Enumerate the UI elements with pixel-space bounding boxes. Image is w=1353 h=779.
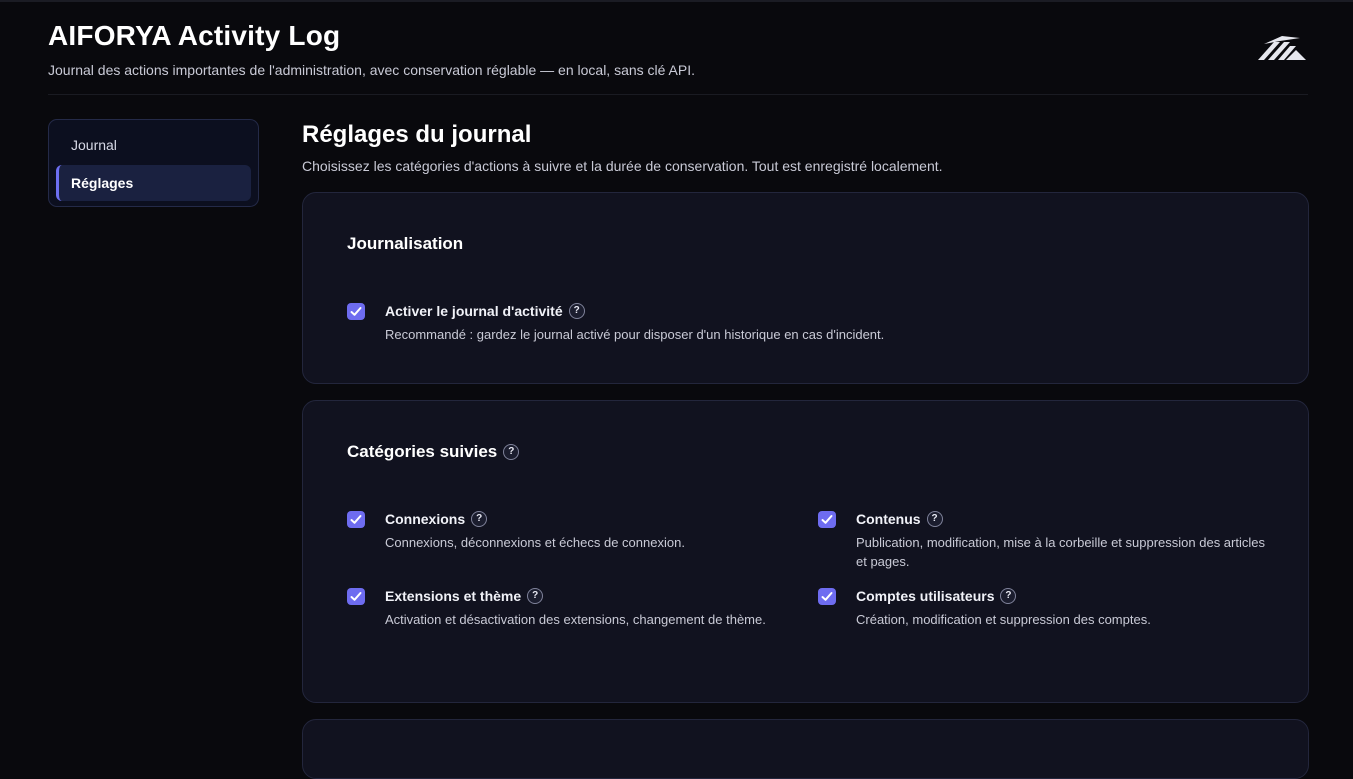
app-subtitle: Journal des actions importantes de l'adm… [48,62,696,78]
check-icon [350,515,362,524]
connexions-checkbox[interactable] [347,511,365,528]
question-mark-icon[interactable]: ? [503,444,520,460]
contenus-checkbox[interactable] [818,511,836,528]
extensions-description: Activation et désactivation des extensio… [385,612,766,627]
enable-log-label-text: Activer le journal d'activité [385,303,563,319]
contenus-label-text: Contenus [856,511,921,527]
categories-card-title: Catégories suivies ? [347,442,520,462]
sidebar-nav: Journal Réglages [48,119,259,207]
check-icon [350,592,362,601]
enable-log-description: Recommandé : gardez le journal activé po… [385,327,885,342]
question-mark-icon[interactable]: ? [568,303,585,319]
contenus-label: Contenus ? [856,511,943,527]
aiforya-logo-icon [1258,36,1306,60]
sidebar-item-settings[interactable]: Réglages [56,165,251,201]
categories-card-title-text: Catégories suivies [347,442,498,461]
page-title: Réglages du journal [302,121,532,148]
question-mark-icon[interactable]: ? [527,588,544,604]
check-icon [821,515,833,524]
question-mark-icon[interactable]: ? [471,511,488,527]
app-title: AIFORYA Activity Log [48,20,341,51]
contenus-description: Publication, modification, mise à la cor… [856,535,1265,569]
top-border [0,0,1353,2]
connexions-label-text: Connexions [385,511,466,527]
comptes-checkbox[interactable] [818,588,836,605]
extensions-label: Extensions et thème ? [385,588,544,604]
enable-log-checkbox[interactable] [347,303,365,320]
connexions-description: Connexions, déconnexions et échecs de co… [385,535,685,550]
enable-log-label: Activer le journal d'activité ? [385,303,585,319]
check-icon [821,592,833,601]
comptes-label-text: Comptes utilisateurs [856,588,995,604]
categories-card: Catégories suivies ? Connexions ? Connex… [302,400,1309,703]
question-mark-icon[interactable]: ? [1000,588,1017,604]
comptes-label: Comptes utilisateurs ? [856,588,1017,604]
page-description: Choisissez les catégories d'actions à su… [302,158,943,174]
logging-card: Journalisation Activer le journal d'acti… [302,192,1309,384]
retention-card [302,719,1309,779]
logging-card-title-text: Journalisation [347,234,464,253]
logging-card-title: Journalisation [347,234,463,254]
extensions-label-text: Extensions et thème [385,588,522,604]
main-content: Réglages du journal Choisissez les catég… [302,119,1309,779]
page-header: AIFORYA Activity Log Journal des actions… [48,20,1308,95]
connexions-label: Connexions ? [385,511,488,527]
question-mark-icon[interactable]: ? [926,511,943,527]
extensions-checkbox[interactable] [347,588,365,605]
check-icon [350,307,362,316]
sidebar-item-journal[interactable]: Journal [56,127,251,163]
comptes-description: Création, modification et suppression de… [856,612,1151,627]
